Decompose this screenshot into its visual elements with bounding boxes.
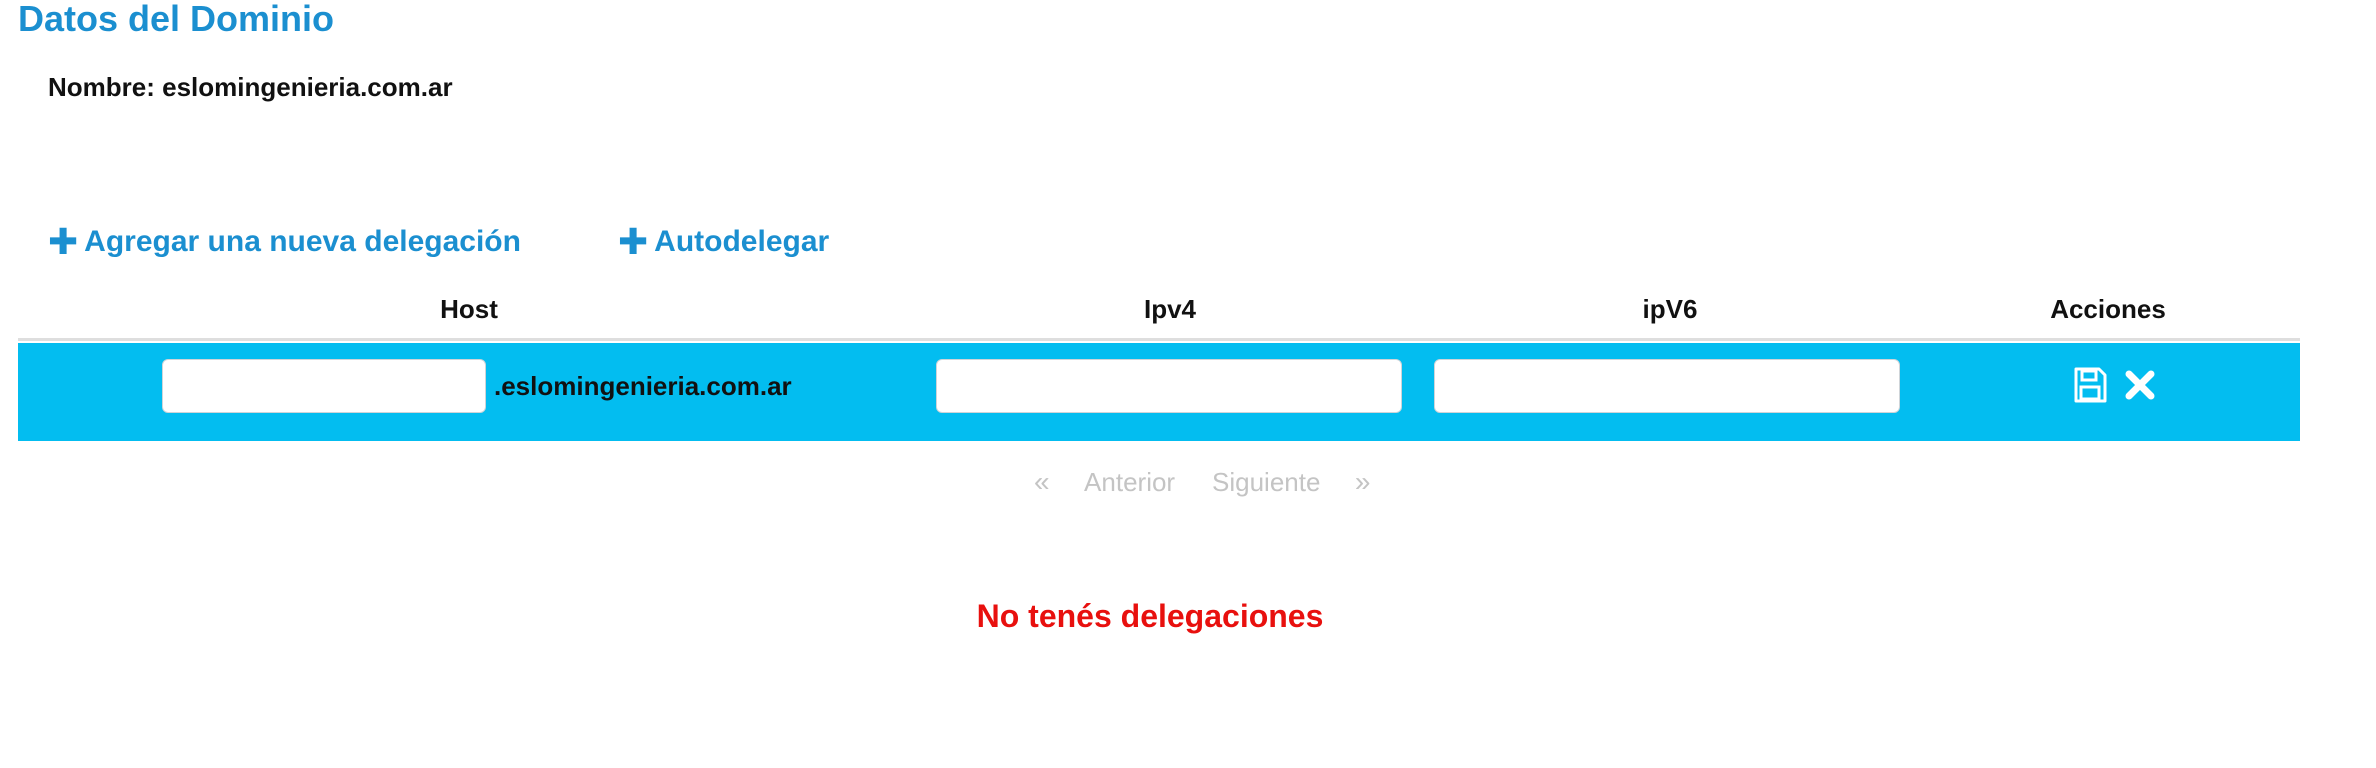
domain-suffix: .eslomingenieria.com.ar (494, 371, 792, 401)
pagination-next[interactable]: Siguiente » (1212, 466, 1370, 498)
header-actions: Acciones (2050, 294, 2166, 324)
header-host: Host (440, 294, 498, 324)
domain-name: Nombre: eslomingenieria.com.ar (48, 72, 453, 102)
header-ipv4: Ipv4 (1143, 294, 1197, 324)
prev-arrow: « (1034, 466, 1050, 497)
ipv6-input[interactable] (1434, 359, 1900, 413)
pagination-prev[interactable]: « Anterior (1034, 466, 1175, 498)
prev-label: Anterior (1084, 467, 1176, 497)
plus-icon: ✚ (48, 221, 79, 262)
save-icon[interactable] (2070, 365, 2110, 405)
add-delegation-label: Agregar una nueva delegación (84, 225, 521, 258)
empty-message: No tenés delegaciones (976, 598, 1324, 634)
table-row-edit: .eslomingenieria.com.ar (18, 343, 2300, 441)
next-arrow: » (1354, 466, 1371, 497)
host-input[interactable] (162, 359, 486, 413)
ipv4-input[interactable] (936, 359, 1402, 413)
autodelegate-link[interactable]: ✚ Autodelegar (618, 221, 830, 262)
next-label: Siguiente (1212, 467, 1321, 497)
plus-icon: ✚ (618, 221, 649, 262)
header-ipv6: ipV6 (1642, 294, 1698, 324)
page-title: Datos del Dominio (18, 0, 335, 39)
delegations-table: Host Ipv4 ipV6 Acciones .eslomingenieria… (18, 286, 2300, 441)
autodelegate-label: Autodelegar (654, 225, 830, 258)
add-delegation-link[interactable]: ✚ Agregar una nueva delegación (48, 221, 521, 262)
close-icon[interactable] (2120, 365, 2160, 405)
table-header: Host Ipv4 ipV6 Acciones (18, 286, 2300, 341)
